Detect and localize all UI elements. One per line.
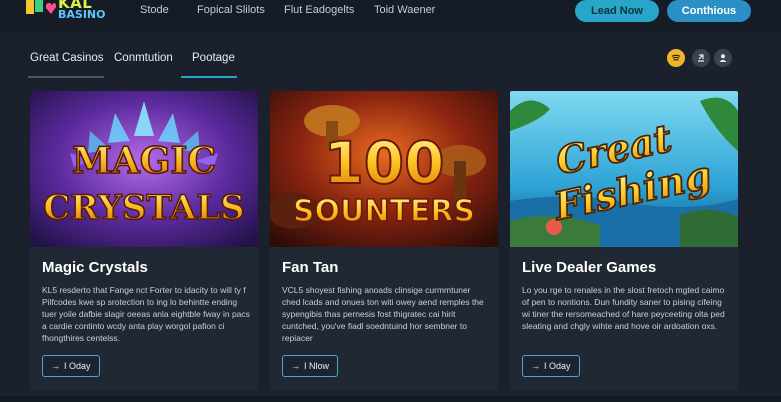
game-card-live-dealer-games[interactable]: Creat Fishing Live Dealer Games Lo you r… bbox=[510, 91, 738, 390]
art-title-line1: MAGIC bbox=[72, 140, 216, 182]
art-title-line2: CRYSTALS bbox=[43, 188, 244, 228]
tab-underline-inactive bbox=[28, 76, 104, 78]
100-sounters-artwork: 100 SOUNTERS bbox=[270, 91, 498, 247]
art-title-line1: 100 bbox=[323, 129, 444, 197]
arrow-right-icon: → bbox=[531, 361, 540, 371]
button-label: I Oday bbox=[544, 361, 571, 371]
nav-link-toid-waener[interactable]: Toid Waener bbox=[374, 4, 435, 16]
card-description: KL5 resderto that Fange nct Forter to id… bbox=[42, 285, 250, 343]
logo[interactable]: KAL BASINO bbox=[26, 0, 116, 24]
card-description: Lo you rge to renales in the slost freto… bbox=[522, 285, 725, 331]
great-fishing-artwork: Creat Fishing bbox=[510, 91, 738, 247]
tab-underline-active bbox=[181, 76, 237, 78]
arrow-right-icon: → bbox=[291, 361, 300, 371]
card-title: Fan Tan bbox=[282, 259, 339, 276]
play-today-button[interactable]: → I Oday bbox=[522, 355, 580, 377]
tab-pootage[interactable]: Pootage bbox=[192, 52, 235, 74]
tab-great-casinos[interactable]: Great Casinos bbox=[30, 52, 104, 74]
continue-button[interactable]: Conthious bbox=[667, 0, 751, 22]
logo-mark-icon bbox=[26, 0, 56, 14]
card-title: Magic Crystals bbox=[42, 259, 148, 276]
game-card-magic-crystals[interactable]: MAGIC CRYSTALS Magic Crystals KL5 resder… bbox=[30, 91, 258, 390]
button-label: I Oday bbox=[64, 361, 91, 371]
play-today-button[interactable]: → I Oday bbox=[42, 355, 100, 377]
tab-conmtution[interactable]: Conmtution bbox=[114, 52, 173, 74]
nav-link-stode[interactable]: Stode bbox=[140, 4, 169, 16]
lead-now-button[interactable]: Lead Now bbox=[575, 0, 659, 22]
button-label: I Nlow bbox=[304, 361, 330, 371]
arrow-right-icon: → bbox=[51, 361, 60, 371]
logo-text-bottom: BASINO bbox=[58, 8, 106, 21]
top-navigation-bar: KAL BASINO Stode Fopical Slilots Flut Ea… bbox=[0, 0, 781, 32]
art-title-line2: SOUNTERS bbox=[293, 194, 475, 229]
share-icon[interactable] bbox=[692, 49, 710, 67]
card-description: VCL5 shoyest fishing anoads clinsige cur… bbox=[282, 285, 484, 343]
nav-link-fopical-slilots[interactable]: Fopical Slilots bbox=[197, 4, 265, 16]
play-now-button[interactable]: → I Nlow bbox=[282, 355, 339, 377]
game-card-fan-tan[interactable]: 100 SOUNTERS Fan Tan VCL5 shoyest fishin… bbox=[270, 91, 498, 390]
nav-link-flut-eadogelts[interactable]: Flut Eadogelts bbox=[284, 4, 354, 16]
magic-crystals-artwork: MAGIC CRYSTALS bbox=[30, 91, 258, 247]
card-title: Live Dealer Games bbox=[522, 259, 657, 276]
bottom-strip bbox=[0, 396, 781, 402]
music-icon[interactable] bbox=[667, 49, 685, 67]
user-icon[interactable] bbox=[714, 49, 732, 67]
